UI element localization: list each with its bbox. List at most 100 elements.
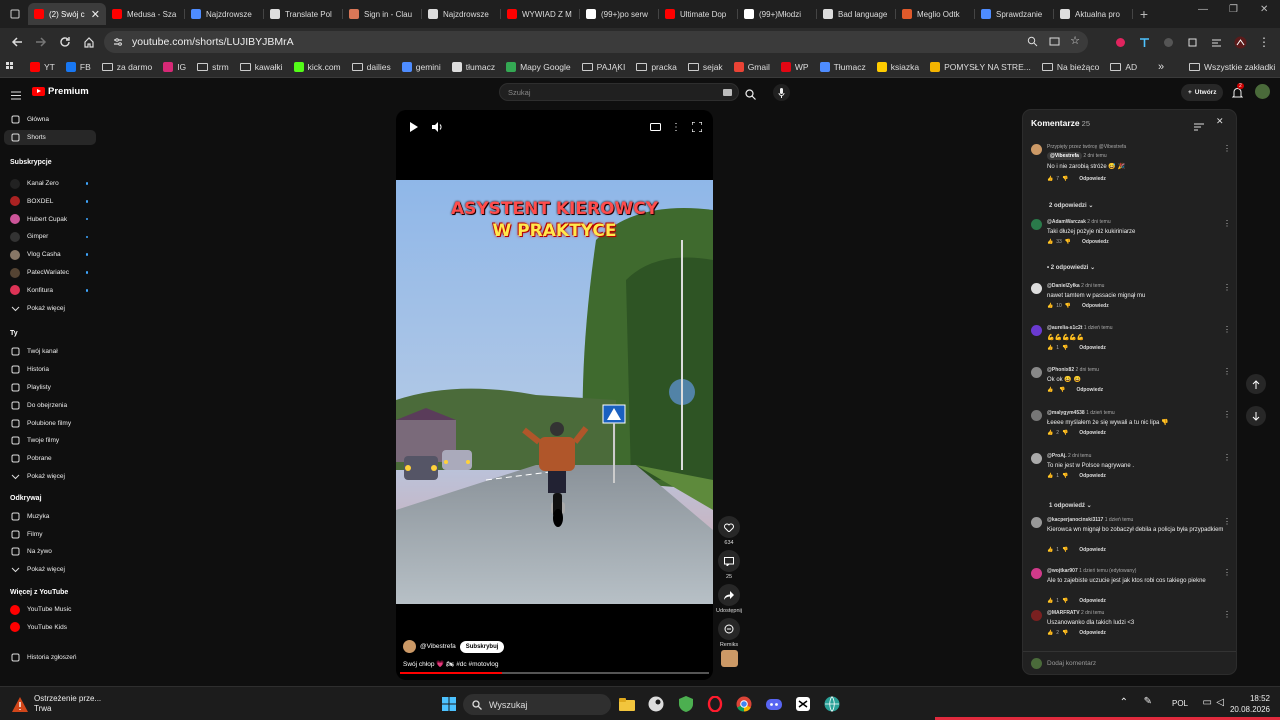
like-comment-icon[interactable]: 👍	[1047, 303, 1053, 309]
sidebar-section-header[interactable]: Ty	[10, 330, 18, 337]
sort-comments-button[interactable]	[1194, 118, 1204, 136]
progress-bar[interactable]	[400, 672, 709, 674]
reply-button[interactable]: Odpowiedz	[1076, 387, 1103, 393]
reply-button[interactable]: Odpowiedz	[1079, 430, 1106, 436]
home-button[interactable]	[78, 31, 100, 53]
like-comment-icon[interactable]: 👍	[1047, 473, 1053, 479]
replies-toggle[interactable]: 1 odpowiedź ⌄	[1049, 502, 1092, 509]
bookmark-item[interactable]: za darmo	[101, 62, 152, 72]
comment-author[interactable]: @malygym4538	[1047, 410, 1085, 416]
browser-tab[interactable]: Sprawdzanie	[975, 3, 1054, 25]
reply-button[interactable]: Odpowiedz	[1082, 303, 1109, 309]
browser-tab[interactable]: WYWIAD Z M	[501, 3, 580, 25]
chrome-icon[interactable]	[735, 695, 753, 713]
like-comment-icon[interactable]: 👍	[1047, 345, 1053, 351]
reply-button[interactable]: Odpowiedz	[1079, 630, 1106, 636]
comment-author[interactable]: @Phonix82	[1047, 367, 1074, 373]
new-tab-button[interactable]: +	[1133, 6, 1155, 22]
close-comments-icon[interactable]: ✕	[1216, 116, 1224, 127]
sidebar-item[interactable]: Konfitura	[4, 283, 96, 298]
browser-tab[interactable]: (99+)po serw	[580, 3, 659, 25]
bookmark-item[interactable]: strm	[197, 62, 229, 72]
forward-button[interactable]	[30, 31, 52, 53]
comment-avatar[interactable]	[1031, 325, 1042, 336]
record-extension-icon[interactable]	[1110, 31, 1130, 53]
sidebar-item[interactable]: PatecWariatec	[4, 265, 96, 280]
like-comment-icon[interactable]: 👍	[1047, 239, 1053, 245]
dislike-comment-icon[interactable]: 👎	[1062, 630, 1068, 636]
previous-short-button[interactable]	[1246, 374, 1266, 394]
sidebar-item[interactable]: Twoje filmy	[4, 433, 96, 448]
browser-tab[interactable]: Sign in - Clau	[343, 3, 422, 25]
dislike-comment-icon[interactable]: 👎	[1062, 345, 1068, 351]
bookmark-item[interactable]: Na bieżąco	[1041, 62, 1099, 72]
sidebar-item[interactable]: Polubione filmy	[4, 416, 96, 431]
sidebar-item[interactable]: Pokaż więcej	[4, 469, 96, 484]
account-avatar[interactable]	[1255, 84, 1270, 99]
comment-avatar[interactable]	[1031, 367, 1042, 378]
like-button[interactable]	[718, 516, 740, 538]
search-button[interactable]	[745, 87, 756, 105]
next-short-button[interactable]	[1246, 406, 1266, 426]
back-button[interactable]	[6, 31, 28, 53]
bookmark-item[interactable]: kawałki	[239, 62, 283, 72]
all-bookmarks-button[interactable]: Wszystkie zakładki	[1189, 62, 1275, 72]
subscribe-button[interactable]: Subskrybuj	[459, 640, 505, 653]
sidebar-item[interactable]: Pobrane	[4, 451, 96, 466]
browser-menu-icon[interactable]: ⋮	[1254, 31, 1274, 53]
sidebar-item[interactable]: Filmy	[4, 527, 96, 542]
shorts-player[interactable]: ⋮ ASYSTENT KIEROWCY W PRAKTYCE @Vibestre…	[396, 110, 713, 680]
browser-tab[interactable]: Meglio Odtk	[896, 3, 975, 25]
bookmark-item[interactable]: ksiazka	[876, 61, 919, 72]
vpn-extension-icon[interactable]	[1158, 31, 1178, 53]
extensions-puzzle-icon[interactable]	[1182, 31, 1202, 53]
media-list-icon[interactable]	[1206, 31, 1226, 53]
sidebar-item[interactable]: Historia	[4, 362, 96, 377]
url-field[interactable]: youtube.com/shorts/LUJIBYJBMrA ☆	[104, 31, 1088, 53]
profile-avatar-icon[interactable]	[1230, 31, 1250, 53]
reply-button[interactable]: Odpowiedz	[1079, 547, 1106, 553]
video-frame[interactable]: ASYSTENT KIEROWCY W PRAKTYCE	[396, 180, 713, 604]
comment-author[interactable]: @MARFRATV	[1047, 610, 1080, 616]
comment-menu-icon[interactable]: ⋮	[1223, 283, 1231, 292]
sidebar-section-header[interactable]: Więcej z YouTube	[10, 589, 68, 596]
dislike-comment-icon[interactable]: 👎	[1062, 473, 1068, 479]
site-info-icon[interactable]	[112, 36, 124, 48]
sidebar-item[interactable]: Hubert Cupak	[4, 212, 96, 227]
close-window-icon[interactable]: ✕	[1260, 4, 1268, 15]
keyboard-icon[interactable]	[723, 89, 732, 96]
weather-warning-widget[interactable]: Ostrzeżenie prze... Trwa	[12, 694, 101, 714]
taskbar-search[interactable]: Wyszukaj	[463, 694, 611, 715]
voice-search-button[interactable]	[773, 84, 790, 101]
apps-grid-icon[interactable]	[6, 61, 16, 72]
dislike-comment-icon[interactable]: 👎	[1065, 303, 1071, 309]
comment-menu-icon[interactable]: ⋮	[1223, 610, 1231, 619]
bookmark-item[interactable]: PAJĄKI	[581, 62, 625, 72]
comment-avatar[interactable]	[1031, 144, 1042, 155]
comment-author[interactable]: @ProAj.	[1047, 453, 1067, 459]
reply-button[interactable]: Odpowiedz	[1079, 473, 1106, 479]
browser-tab[interactable]: Ultimate Dop	[659, 3, 738, 25]
clock[interactable]: 18:52 20.08.2026	[1230, 693, 1270, 715]
play-button[interactable]	[406, 120, 420, 134]
comment-author[interactable]: @DanielZyłka	[1047, 283, 1080, 289]
like-comment-icon[interactable]: 👍	[1047, 598, 1053, 604]
bookmark-item[interactable]: kick.com	[293, 61, 341, 72]
sidebar-item[interactable]: YouTube Kids	[4, 620, 96, 635]
reply-button[interactable]: Odpowiedz	[1079, 598, 1106, 604]
sidebar-item[interactable]: Gimper	[4, 229, 96, 244]
bookmark-item[interactable]: gemini	[401, 61, 441, 72]
sidebar-item[interactable]: Historia zgłoszeń	[4, 650, 96, 665]
player-menu-icon[interactable]: ⋮	[669, 120, 683, 134]
remix-button[interactable]	[718, 618, 740, 640]
reply-button[interactable]: Odpowiedz	[1082, 239, 1109, 245]
reload-button[interactable]	[54, 31, 76, 53]
like-comment-icon[interactable]: 👍	[1047, 547, 1053, 553]
volume-tray-icon[interactable]: ◁	[1216, 697, 1224, 708]
dislike-comment-icon[interactable]: 👎	[1059, 387, 1065, 393]
sidebar-item[interactable]: Pokaż więcej	[4, 301, 96, 316]
sidebar-item[interactable]: Playlisty	[4, 380, 96, 395]
dislike-comment-icon[interactable]: 👎	[1065, 239, 1071, 245]
sidebar-item[interactable]: Pokaż więcej	[4, 562, 96, 577]
sidebar-item[interactable]: Na żywo	[4, 544, 96, 559]
